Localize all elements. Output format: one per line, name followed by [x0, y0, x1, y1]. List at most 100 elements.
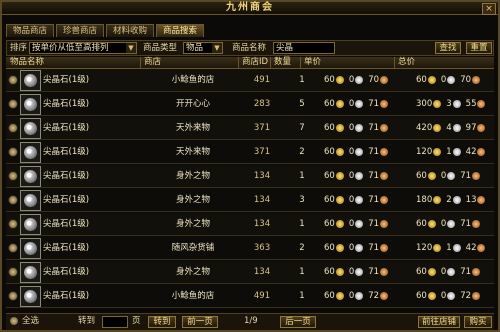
table-row[interactable]: 尖晶石(1级) 身外之物 134 1 60 0 71 60 0 71: [6, 213, 494, 236]
table-row[interactable]: 尖晶石(1级) 身外之物 134 1 60 0 71 60 0 71: [6, 261, 494, 284]
silver-coin-icon: [452, 148, 461, 156]
table-row[interactable]: 尖晶石(1级) 天外来物 371 7 60 0 71 420 4 97: [6, 117, 494, 140]
quantity: 1: [299, 267, 305, 277]
gem-icon: [20, 190, 41, 211]
silver-coin-icon: [355, 292, 364, 300]
unit-silver-amount: 0: [348, 123, 355, 133]
column-divider: [238, 57, 239, 68]
silver-coin-icon: [355, 76, 364, 84]
item-name: 尖晶石(1级): [43, 219, 90, 229]
row-select-radio[interactable]: [8, 75, 18, 85]
total-copper-amount: 42: [465, 243, 477, 253]
unit-silver-amount: 0: [348, 147, 355, 157]
total-copper-amount: 71: [460, 267, 472, 277]
row-select-radio[interactable]: [8, 171, 18, 181]
total-price: 120 1 42: [416, 243, 489, 253]
gold-coin-icon: [427, 172, 436, 180]
silver-coin-icon: [355, 100, 364, 108]
copper-coin-icon: [380, 292, 389, 300]
row-select-radio[interactable]: [8, 195, 18, 205]
gold-coin-icon: [427, 268, 436, 276]
unit-silver-amount: 0: [348, 171, 355, 181]
type-value: 物品: [186, 43, 204, 53]
go-to-shop-button[interactable]: 前往店铺: [418, 316, 460, 328]
name-input[interactable]: 尖晶: [273, 42, 335, 54]
unit-silver-amount: 0: [348, 219, 355, 229]
page-input[interactable]: [102, 316, 128, 328]
gold-coin-icon: [335, 172, 344, 180]
row-select-radio[interactable]: [8, 243, 18, 253]
goto-button[interactable]: 转到: [148, 316, 176, 328]
copper-coin-icon: [380, 220, 389, 228]
select-all-checkbox[interactable]: [10, 317, 18, 325]
sort-select[interactable]: 按单价从低至高排列 ▼: [29, 42, 137, 54]
prev-page-button[interactable]: 前一页: [182, 316, 218, 328]
unit-silver-amount: 0: [348, 195, 355, 205]
next-page-button[interactable]: 后一页: [280, 316, 316, 328]
unit-gold-amount: 60: [324, 267, 335, 277]
item-name: 尖晶石(1级): [43, 75, 90, 85]
shop-name: 天外来物: [175, 123, 210, 133]
item-name: 尖晶石(1级): [43, 243, 90, 253]
copper-coin-icon: [477, 148, 486, 156]
gold-coin-icon: [427, 76, 436, 84]
gold-coin-icon: [427, 292, 436, 300]
col-qty: 数量: [274, 57, 292, 67]
close-button[interactable]: ×: [482, 3, 496, 15]
item-name: 尖晶石(1级): [43, 267, 90, 277]
copper-coin-icon: [380, 196, 389, 204]
total-copper-amount: 71: [460, 171, 472, 181]
unit-gold-amount: 60: [324, 75, 335, 85]
unit-copper-amount: 71: [368, 267, 380, 277]
copper-coin-icon: [380, 76, 389, 84]
gold-coin-icon: [335, 196, 344, 204]
gold-coin-icon: [433, 124, 442, 132]
row-select-radio[interactable]: [8, 99, 18, 109]
unit-gold-amount: 60: [324, 99, 335, 109]
row-select-radio[interactable]: [8, 147, 18, 157]
silver-coin-icon: [355, 148, 364, 156]
total-price: 60 0 72: [416, 291, 484, 301]
gem-icon: [20, 166, 41, 187]
unit-price: 60 0 71: [324, 171, 392, 181]
unit-gold-amount: 60: [324, 219, 335, 229]
table-row[interactable]: 尖晶石(1级) 身外之物 134 1 60 0 71 60 0 71: [6, 165, 494, 188]
search-button[interactable]: 查找: [435, 42, 461, 54]
table-row[interactable]: 尖晶石(1级) 天外来物 371 2 60 0 71 120 1 42: [6, 141, 494, 164]
silver-coin-icon: [447, 268, 456, 276]
window-title: 九州商会: [226, 2, 274, 13]
unit-copper-amount: 70: [368, 75, 380, 85]
shop-id: 371: [253, 123, 271, 133]
table-row[interactable]: 尖晶石(1级) 开开心心 283 5 60 0 71 300 3 55: [6, 93, 494, 116]
silver-coin-icon: [355, 124, 364, 132]
table-row[interactable]: 尖晶石(1级) 小鲶鱼的店 491 1 60 0 70 60 0 70: [6, 69, 494, 92]
quantity: 1: [299, 291, 305, 301]
unit-copper-amount: 71: [368, 243, 380, 253]
buy-button[interactable]: 购买: [464, 316, 492, 328]
row-select-radio[interactable]: [8, 267, 18, 277]
total-gold-amount: 60: [416, 171, 427, 181]
table-row[interactable]: 尖晶石(1级) 身外之物 134 3 60 0 71 180 2 13: [6, 189, 494, 212]
total-price: 180 2 13: [416, 195, 489, 205]
table-row[interactable]: 尖晶石(1级) 随风杂货铺 363 2 60 0 71 120 1 42: [6, 237, 494, 260]
type-select[interactable]: 物品 ▼: [183, 42, 223, 54]
tab-product-search[interactable]: 商品搜索: [156, 24, 205, 37]
quantity: 3: [299, 195, 305, 205]
reset-button[interactable]: 重置: [466, 42, 492, 54]
shop-name: 身外之物: [175, 171, 210, 181]
gold-coin-icon: [335, 148, 344, 156]
unit-gold-amount: 60: [324, 195, 335, 205]
table-row[interactable]: 尖晶石(1级) 小鲶鱼的店 491 1 60 0 72 60 0 72: [6, 285, 494, 308]
quantity: 7: [299, 123, 305, 133]
gem-icon: [20, 118, 41, 139]
row-select-radio[interactable]: [8, 123, 18, 133]
tab-item-shop[interactable]: 物品商店: [6, 24, 55, 37]
unit-silver-amount: 0: [348, 99, 355, 109]
total-gold-amount: 60: [416, 219, 427, 229]
silver-coin-icon: [355, 220, 364, 228]
tab-pet-shop[interactable]: 珍兽商店: [56, 24, 105, 37]
row-select-radio[interactable]: [8, 219, 18, 229]
gold-coin-icon: [335, 220, 344, 228]
tab-material-buy[interactable]: 材料收购: [106, 24, 155, 37]
row-select-radio[interactable]: [8, 291, 18, 301]
